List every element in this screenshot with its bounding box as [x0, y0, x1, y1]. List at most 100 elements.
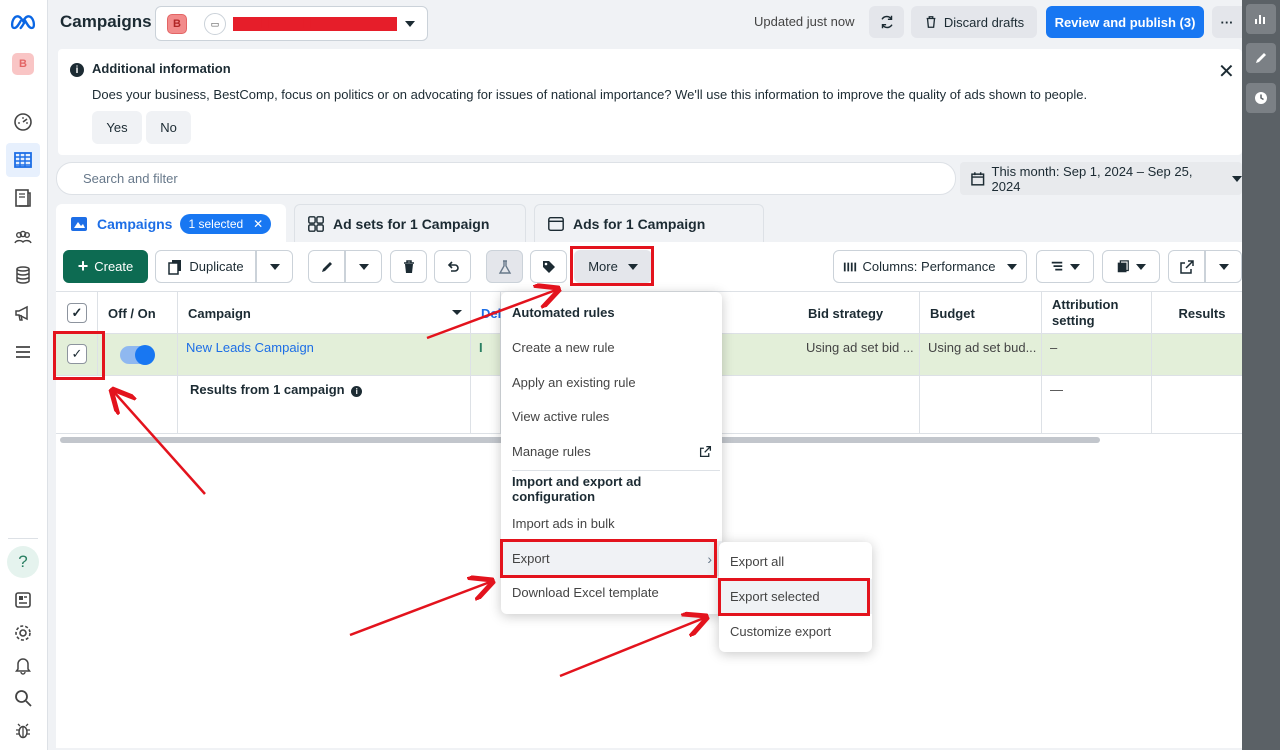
tab-ads-label: Ads for 1 Campaign — [573, 215, 706, 232]
ad-account-icon: ▭ — [204, 13, 226, 35]
selected-count-label: 1 selected — [188, 216, 244, 231]
dashboard-gauge-icon[interactable] — [10, 109, 36, 135]
column-off-on[interactable]: Off / On — [98, 292, 178, 334]
catalog-book-icon[interactable] — [10, 185, 36, 211]
left-navigation: B ? — [0, 0, 48, 750]
advertise-megaphone-icon[interactable] — [10, 300, 36, 326]
export-button[interactable] — [1168, 250, 1205, 283]
notifications-bell-icon[interactable] — [10, 652, 36, 678]
news-feed-icon[interactable] — [10, 587, 36, 613]
campaigns-folder-icon — [71, 216, 87, 231]
column-bid-strategy[interactable]: Bid strategy — [798, 292, 920, 334]
account-avatar[interactable]: B — [12, 53, 34, 75]
breakdown-button[interactable] — [1036, 250, 1094, 283]
annotation-box-export-selected — [718, 578, 870, 616]
edit-pencil-icon[interactable] — [1246, 43, 1276, 73]
tags-button[interactable] — [530, 250, 567, 283]
more-options-button[interactable]: ··· — [1212, 6, 1242, 38]
column-results[interactable]: Results — [1152, 292, 1242, 334]
tab-ad-sets-label: Ad sets for 1 Campaign — [333, 215, 490, 232]
menu-item-import-bulk[interactable]: Import ads in bulk — [501, 506, 722, 541]
ad-sets-grid-icon — [308, 215, 324, 232]
bid-strategy-cell: Using ad set bid ... — [798, 334, 920, 375]
report-bug-icon[interactable] — [10, 718, 36, 744]
column-budget[interactable]: Budget — [920, 292, 1042, 334]
columns-icon — [843, 262, 856, 271]
tab-ad-sets[interactable]: Ad sets for 1 Campaign — [294, 204, 526, 242]
meta-logo-icon[interactable] — [8, 8, 38, 34]
submenu-customize-export[interactable]: Customize export — [719, 614, 872, 649]
ab-test-button[interactable] — [486, 250, 523, 283]
refresh-button[interactable] — [869, 6, 904, 38]
tab-campaigns[interactable]: Campaigns 1 selected ✕ — [56, 204, 286, 242]
help-question-icon[interactable]: ? — [7, 546, 39, 578]
discard-drafts-button[interactable]: Discard drafts — [911, 6, 1037, 38]
edit-dropdown-button[interactable] — [345, 250, 382, 283]
checkbox[interactable]: ✓ — [67, 303, 87, 323]
audiences-people-icon[interactable] — [10, 224, 36, 250]
history-clock-icon[interactable] — [1246, 83, 1276, 113]
columns-selector[interactable]: Columns: Performance — [833, 250, 1027, 283]
ad-account-selector[interactable]: B ▭ ████████████████ — [155, 6, 428, 41]
annotation-box-row-checkbox — [53, 331, 105, 380]
duplicate-button[interactable]: Duplicate — [155, 250, 256, 283]
undo-button[interactable] — [434, 250, 471, 283]
chevron-down-icon — [405, 21, 415, 27]
yes-button[interactable]: Yes — [92, 111, 142, 144]
chevron-down-icon — [1070, 263, 1080, 270]
billing-database-icon[interactable] — [10, 262, 36, 288]
duplicate-icon — [168, 259, 182, 275]
account-badge: B — [167, 14, 187, 34]
select-all-checkbox[interactable]: ✓ — [56, 292, 98, 334]
all-tools-menu-icon[interactable] — [10, 339, 36, 365]
delivery-status: I — [471, 334, 501, 375]
search-placeholder: Search and filter — [83, 171, 178, 186]
menu-section-import-export: Import and export ad configuration — [512, 473, 642, 504]
column-attribution-setting[interactable]: Attribution setting — [1042, 292, 1152, 334]
search-icon[interactable] — [10, 685, 36, 711]
info-icon[interactable]: i — [351, 386, 363, 397]
export-dropdown-button[interactable] — [1205, 250, 1242, 283]
summary-spacer — [56, 376, 178, 433]
menu-item-view-rules[interactable]: View active rules — [501, 399, 722, 434]
clear-selection-close-icon[interactable]: ✕ — [253, 217, 263, 231]
chevron-down-icon — [269, 263, 280, 270]
menu-section-automated-rules: Automated rules — [512, 305, 615, 320]
date-range-picker[interactable]: This month: Sep 1, 2024 – Sep 25, 2024 — [960, 162, 1242, 195]
column-delivery[interactable]: Deli — [471, 292, 505, 334]
menu-item-create-rule[interactable]: Create a new rule — [501, 330, 722, 365]
campaign-name-link[interactable]: New Leads Campaign — [178, 334, 471, 375]
submenu-export-all[interactable]: Export all — [719, 544, 872, 579]
selected-count-pill[interactable]: 1 selected ✕ — [180, 213, 272, 234]
annotation-box-more — [570, 246, 654, 286]
banner-title: Additional information — [92, 61, 231, 76]
menu-item-apply-rule[interactable]: Apply an existing rule — [501, 365, 722, 400]
delete-button[interactable] — [390, 250, 427, 283]
reports-button[interactable] — [1102, 250, 1160, 283]
summary-label-cell: Results from 1 campaign i — [178, 376, 471, 433]
menu-item-download-template[interactable]: Download Excel template — [501, 575, 722, 610]
ads-window-icon — [548, 216, 564, 231]
insights-chart-icon[interactable] — [1246, 4, 1276, 34]
tab-ads[interactable]: Ads for 1 Campaign — [534, 204, 764, 242]
column-campaign[interactable]: Campaign — [178, 292, 471, 334]
no-button[interactable]: No — [146, 111, 191, 144]
review-and-publish-button[interactable]: Review and publish (3) — [1046, 6, 1204, 38]
settings-gear-icon[interactable] — [10, 620, 36, 646]
flask-icon — [498, 259, 511, 274]
close-icon[interactable]: ✕ — [1218, 59, 1235, 84]
sort-chevron-icon — [452, 310, 462, 315]
menu-item-manage-rules[interactable]: Manage rules — [501, 434, 722, 469]
chevron-down-icon — [358, 263, 369, 270]
edit-button[interactable] — [308, 250, 345, 283]
attribution-cell: – — [1042, 334, 1152, 375]
chevron-down-icon — [1136, 263, 1146, 270]
create-button[interactable]: + Create — [63, 250, 148, 283]
plus-icon: + — [77, 256, 89, 276]
calendar-icon — [971, 171, 985, 186]
duplicate-dropdown-button[interactable] — [256, 250, 293, 283]
banner-question: Does your business, BestComp, focus on p… — [92, 87, 1088, 102]
search-and-filter-bar[interactable]: Search and filter — [56, 162, 956, 195]
campaign-toggle[interactable] — [120, 345, 155, 365]
ads-manager-table-icon[interactable] — [6, 143, 40, 177]
